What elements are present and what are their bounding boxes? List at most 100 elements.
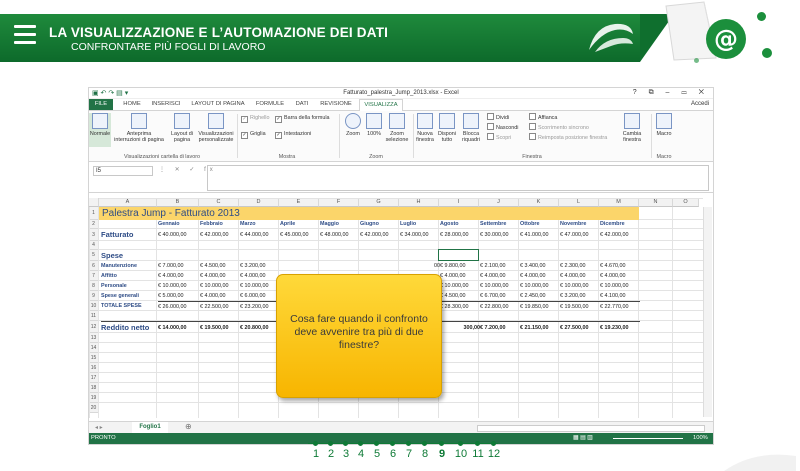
month-header[interactable]: Aprile	[280, 220, 320, 229]
expense-cell[interactable]: € 19.500,00	[560, 301, 600, 311]
expense-cell[interactable]: € 23.200,00	[240, 301, 280, 311]
net-income-cell[interactable]: € 27.500,00	[560, 321, 600, 333]
formula-bar-checkbox[interactable]: ✓ Barra della formula	[275, 115, 330, 123]
sheet-title[interactable]: Palestra Jump - Fatturato 2013	[99, 207, 639, 220]
tab-file[interactable]: FILE	[89, 99, 113, 110]
page-number-3[interactable]: 3	[338, 448, 354, 460]
column-header[interactable]: J	[479, 198, 519, 207]
expense-cell[interactable]: € 10.000,00	[440, 281, 480, 291]
pager-dot[interactable]	[458, 441, 463, 446]
page-number-9[interactable]: 9	[434, 448, 450, 460]
expense-cell[interactable]: € 10.000,00	[520, 281, 560, 291]
expense-cell[interactable]: € 4.000,00	[520, 271, 560, 281]
revenue-cell[interactable]: € 42.000,00	[360, 229, 400, 241]
expense-cell[interactable]: € 4.000,00	[560, 271, 600, 281]
reset-position-button[interactable]: Reimposta posizione finestra	[529, 133, 607, 141]
page-number-5[interactable]: 5	[369, 448, 385, 460]
expense-cell[interactable]: € 9.800,00	[440, 261, 480, 271]
expense-cell[interactable]: € 2.300,00	[560, 261, 600, 271]
column-header[interactable]: I	[439, 198, 479, 207]
tab-dati[interactable]: DATI	[291, 99, 313, 110]
view-side-by-side-button[interactable]: Affianca	[529, 113, 557, 121]
month-header[interactable]: Agosto	[440, 220, 480, 229]
column-header[interactable]: H	[399, 198, 439, 207]
month-header[interactable]: Luglio	[400, 220, 440, 229]
column-header[interactable]: B	[157, 198, 199, 207]
page-number-4[interactable]: 4	[353, 448, 369, 460]
hide-button[interactable]: Nascondi	[487, 123, 518, 131]
pager-dot[interactable]	[439, 441, 444, 446]
month-header[interactable]: Giugno	[360, 220, 400, 229]
expense-label[interactable]: Manutenzione	[101, 261, 159, 271]
expense-cell[interactable]: € 22.500,00	[200, 301, 240, 311]
revenue-cell[interactable]: € 28.000,00	[440, 229, 480, 241]
pager-dot[interactable]	[328, 441, 333, 446]
column-header[interactable]: F	[319, 198, 359, 207]
column-header[interactable]: E	[279, 198, 319, 207]
page-break-preview-button[interactable]: Anteprima interruzioni di pagina	[113, 113, 165, 143]
vertical-scrollbar[interactable]	[703, 207, 712, 417]
expense-cell[interactable]: € 4.000,00	[158, 271, 200, 281]
macro-button[interactable]: Macro	[653, 113, 675, 137]
horizontal-scrollbar[interactable]	[477, 425, 705, 432]
expense-cell[interactable]: € 3.200,00	[560, 291, 600, 301]
expense-label[interactable]: TOTALE SPESE	[101, 301, 159, 311]
pager-dot[interactable]	[313, 441, 318, 446]
revenue-cell[interactable]: € 30.000,00	[480, 229, 520, 241]
ruler-checkbox[interactable]: ✓ Righello	[241, 115, 269, 123]
revenue-cell[interactable]: € 41.000,00	[520, 229, 560, 241]
expense-cell[interactable]: € 7.000,00	[158, 261, 200, 271]
expense-cell[interactable]: € 6.700,00	[480, 291, 520, 301]
expense-cell[interactable]: € 10.000,00	[560, 281, 600, 291]
revenue-cell[interactable]: € 40.000,00	[158, 229, 200, 241]
month-header[interactable]: Febbraio	[200, 220, 240, 229]
select-all-corner[interactable]	[89, 198, 99, 207]
zoom-100-button[interactable]: 100%	[365, 113, 383, 137]
expense-label[interactable]: Personale	[101, 281, 159, 291]
page-number-10[interactable]: 10	[453, 448, 469, 460]
column-header[interactable]: C	[199, 198, 239, 207]
menu-icon[interactable]	[14, 25, 36, 45]
tab-formule[interactable]: FORMULE	[253, 99, 287, 110]
expense-cell[interactable]: € 4.000,00	[440, 271, 480, 281]
tab-layout[interactable]: LAYOUT DI PAGINA	[187, 99, 249, 110]
expense-cell[interactable]: 00	[400, 261, 440, 271]
unhide-button[interactable]: Scopri	[487, 133, 511, 141]
pager-dot[interactable]	[422, 441, 427, 446]
net-income-cell[interactable]: € 19.230,00	[600, 321, 640, 333]
expense-cell[interactable]: € 10.000,00	[240, 281, 280, 291]
net-income-cell[interactable]: € 19.500,00	[200, 321, 240, 333]
expense-cell[interactable]: € 2.450,00	[520, 291, 560, 301]
expense-cell[interactable]: € 4.000,00	[480, 271, 520, 281]
pager-dot[interactable]	[358, 441, 363, 446]
column-header[interactable]: D	[239, 198, 279, 207]
sheet-nav-arrows[interactable]: ◂ ▸	[95, 424, 103, 431]
column-header[interactable]: O	[673, 198, 699, 207]
window-controls[interactable]: ? ⧉ – ▭ ✕	[633, 89, 709, 97]
zoom-button[interactable]: Zoom	[343, 113, 363, 137]
revenue-cell[interactable]: € 42.000,00	[600, 229, 640, 241]
expense-cell[interactable]: € 3.400,00	[520, 261, 560, 271]
expense-cell[interactable]: € 4.000,00	[200, 271, 240, 281]
month-header[interactable]: Ottobre	[520, 220, 560, 229]
row-label[interactable]: Reddito netto	[101, 321, 159, 333]
pager-dot[interactable]	[390, 441, 395, 446]
month-header[interactable]: Settembre	[480, 220, 520, 229]
column-header[interactable]: M	[599, 198, 639, 207]
revenue-cell[interactable]: € 42.000,00	[200, 229, 240, 241]
expense-label[interactable]: Spese generali	[101, 291, 159, 301]
page-number-8[interactable]: 8	[417, 448, 433, 460]
expense-cell[interactable]: € 4.000,00	[600, 271, 640, 281]
page-number-12[interactable]: 12	[486, 448, 502, 460]
column-header[interactable]: G	[359, 198, 399, 207]
column-header[interactable]: A	[99, 198, 157, 207]
expense-cell[interactable]: € 3.200,00	[240, 261, 280, 271]
pager-dot[interactable]	[475, 441, 480, 446]
column-header[interactable]: L	[559, 198, 599, 207]
revenue-cell[interactable]: € 48.000,00	[320, 229, 360, 241]
formula-input[interactable]	[207, 165, 709, 191]
page-number-7[interactable]: 7	[401, 448, 417, 460]
name-box[interactable]: I5	[93, 166, 153, 176]
month-header[interactable]: Marzo	[240, 220, 280, 229]
pager-dot[interactable]	[491, 441, 496, 446]
